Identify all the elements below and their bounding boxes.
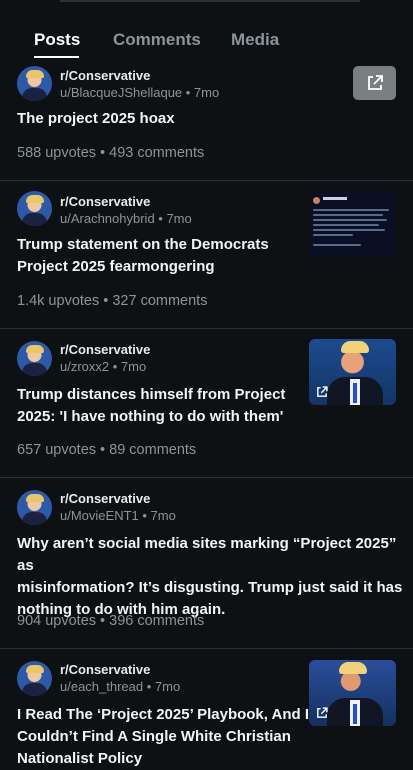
- post-card[interactable]: r/Conservative u/each_thread • 7mo I Rea…: [0, 648, 413, 767]
- post-title[interactable]: I Read The ‘Project 2025’ Playbook, And …: [17, 704, 309, 770]
- post-card[interactable]: r/Conservative u/zroxx2 • 7mo Trump dist…: [0, 328, 413, 478]
- profile-tabs: Posts Comments Media: [0, 0, 413, 66]
- photo-thumbnail[interactable]: [309, 339, 396, 405]
- post-card[interactable]: r/Conservative u/Arachnohybrid • 7mo Tru…: [0, 180, 413, 329]
- subreddit-name[interactable]: r/Conservative: [60, 68, 150, 83]
- post-title[interactable]: Trump distances himself from Project 202…: [17, 384, 285, 428]
- post-meta: u/Arachnohybrid • 7mo: [60, 211, 192, 226]
- external-link-icon: [317, 386, 328, 397]
- post-meta: u/MovieENT1 • 7mo: [60, 508, 176, 523]
- post-meta: u/BlacqueJShellaque • 7mo: [60, 85, 220, 100]
- subreddit-name[interactable]: r/Conservative: [60, 491, 150, 506]
- subreddit-avatar[interactable]: [17, 490, 52, 525]
- post-title[interactable]: The project 2025 hoax: [17, 108, 175, 130]
- subreddit-avatar[interactable]: [17, 66, 52, 101]
- subreddit-avatar[interactable]: [17, 191, 52, 226]
- post-stats: 1.4k upvotes • 327 comments: [17, 293, 208, 309]
- subreddit-name[interactable]: r/Conservative: [60, 194, 150, 209]
- tab-comments[interactable]: Comments: [113, 30, 201, 50]
- tweet-screenshot-thumbnail[interactable]: [309, 191, 396, 257]
- subreddit-name[interactable]: r/Conservative: [60, 662, 150, 677]
- external-link-thumbnail[interactable]: [353, 66, 396, 100]
- subreddit-avatar[interactable]: [17, 341, 52, 376]
- post-title[interactable]: Trump statement on the Democrats Project…: [17, 234, 269, 278]
- subreddit-avatar[interactable]: [17, 661, 52, 696]
- post-stats: 657 upvotes • 89 comments: [17, 442, 197, 458]
- subreddit-name[interactable]: r/Conservative: [60, 342, 150, 357]
- post-meta: u/zroxx2 • 7mo: [60, 359, 147, 374]
- post-stats: 588 upvotes • 493 comments: [17, 145, 205, 161]
- post-card[interactable]: r/Conservative u/MovieENT1 • 7mo Why are…: [0, 477, 413, 649]
- tab-posts[interactable]: Posts: [34, 30, 80, 50]
- photo-thumbnail[interactable]: [309, 660, 396, 726]
- external-link-icon: [367, 75, 383, 90]
- post-stats: 904 upvotes • 396 comments: [17, 613, 205, 629]
- post-meta: u/each_thread • 7mo: [60, 679, 181, 694]
- post-title[interactable]: Why aren’t social media sites marking “P…: [17, 533, 413, 621]
- tab-media[interactable]: Media: [231, 30, 279, 50]
- active-tab-indicator: [34, 56, 79, 58]
- external-link-icon: [317, 707, 328, 718]
- post-card[interactable]: r/Conservative u/BlacqueJShellaque • 7mo…: [0, 66, 413, 181]
